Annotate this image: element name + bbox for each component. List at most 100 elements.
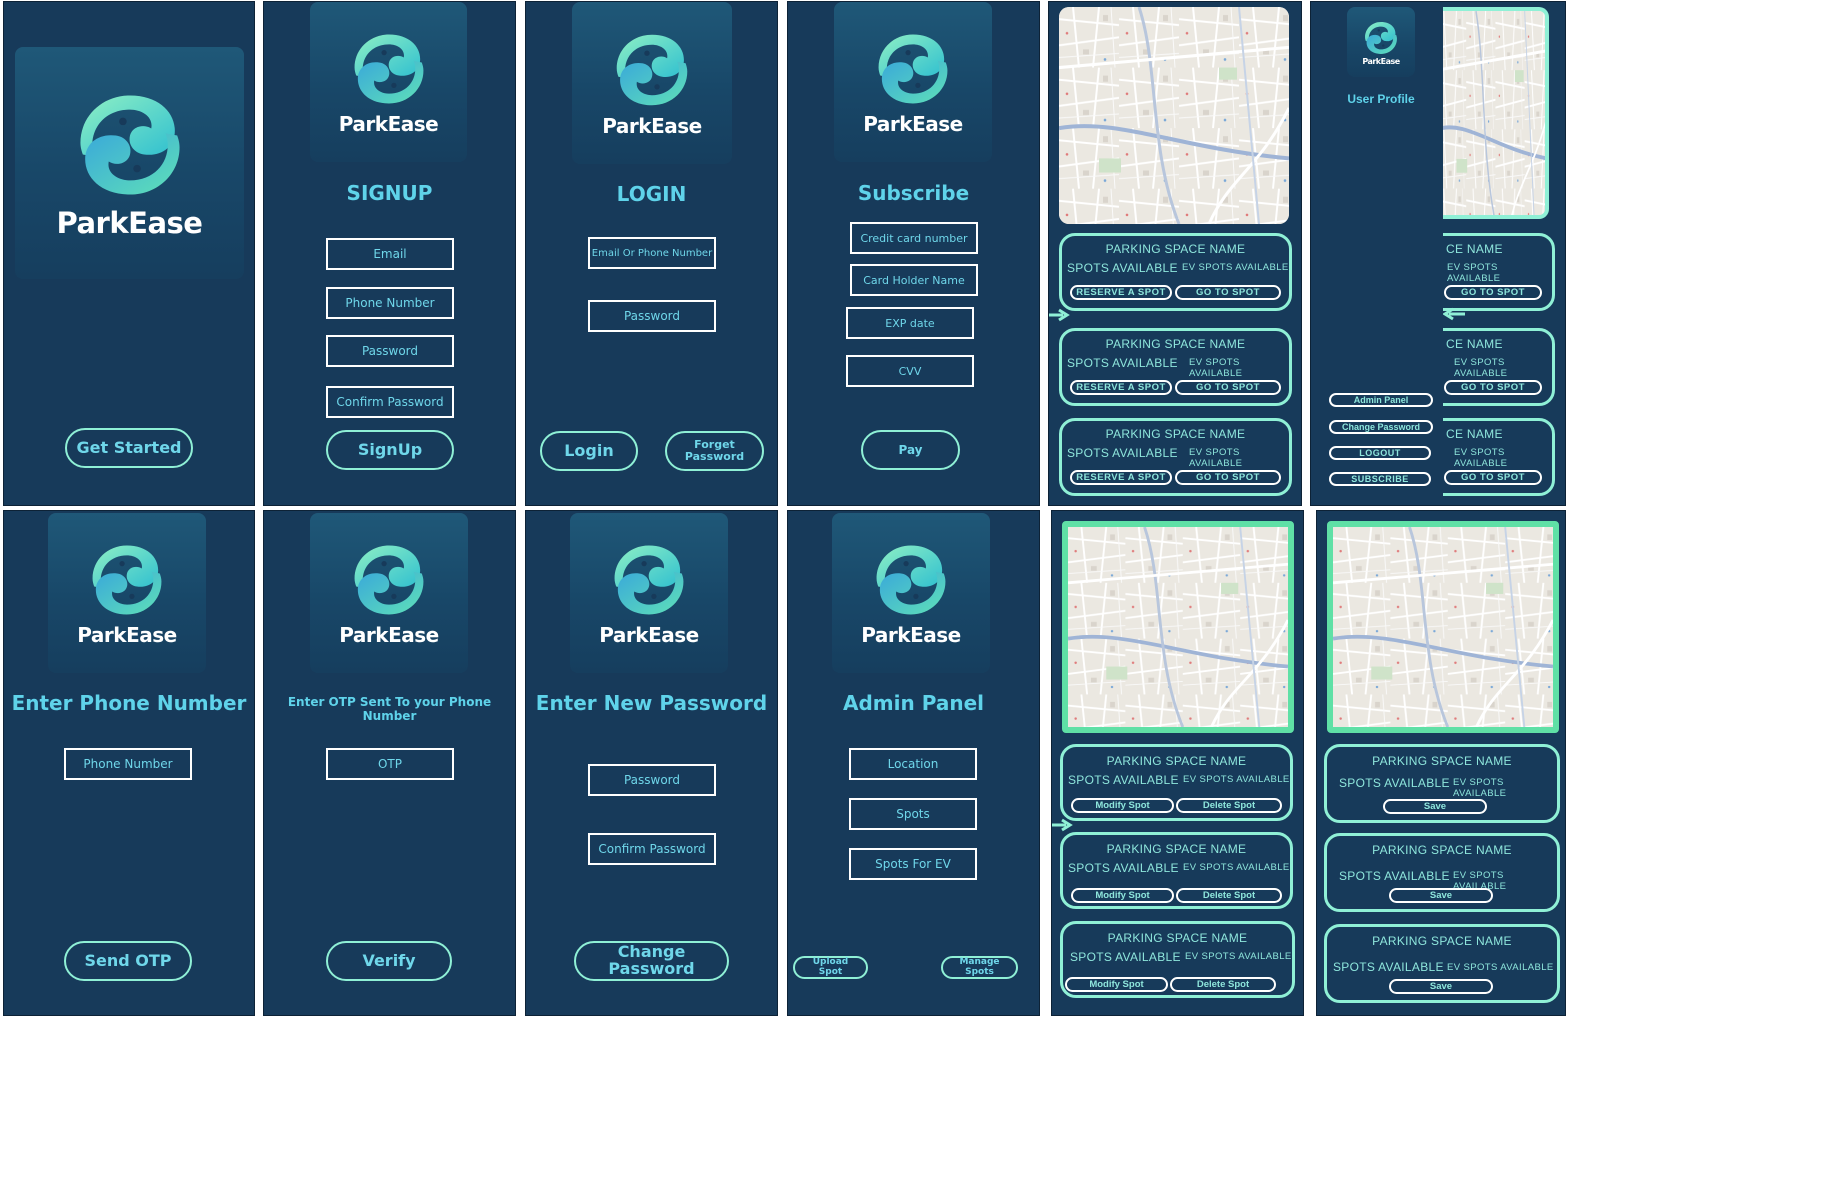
signup-button[interactable]: SignUp (326, 430, 454, 470)
brand-name: ParkEase (339, 623, 439, 647)
manage-spots-screen: PARKING SPACE NAME SPOTS AVAILABLE EV SP… (1051, 510, 1304, 1016)
admin-panel-button[interactable]: Admin Panel (1329, 393, 1433, 407)
delete-spot-button[interactable]: Delete Spot (1176, 798, 1282, 813)
map-view[interactable] (1327, 521, 1559, 733)
page-title: Enter New Password (535, 691, 768, 715)
ev-spots-available: EV SPOTS AVAILABLE (1189, 447, 1243, 469)
forget-password-button[interactable]: Forget Password (665, 431, 764, 471)
spots-field[interactable]: Spots (849, 798, 977, 830)
go-to-spot-button[interactable]: GO TO SPOT (1175, 470, 1281, 485)
user-profile-screen: ParkEase User Profile Admin Panel Change… (1310, 1, 1566, 506)
brand-name: ParkEase (863, 112, 963, 136)
parking-name: PARKING SPACE NAME (1105, 427, 1246, 441)
modify-spot-button[interactable]: Modify Spot (1071, 798, 1174, 813)
parkease-logo-icon (610, 28, 694, 112)
phone-field[interactable]: Phone Number (64, 748, 192, 780)
parking-card: PARKING SPACE NAME SPOTS AVAILABLE EV SP… (1324, 833, 1560, 912)
send-otp-button[interactable]: Send OTP (64, 941, 192, 981)
otp-field[interactable]: OTP (326, 748, 454, 780)
phone-screen: ParkEase Enter Phone Number Phone Number… (3, 510, 255, 1016)
map-view[interactable] (1059, 7, 1289, 224)
pay-button[interactable]: Pay (861, 430, 960, 470)
parking-card: PARKING SPACE NAME SPOTS AVAILABLE EV SP… (1059, 233, 1292, 311)
reserve-spot-button[interactable]: RESERVE A SPOT (1070, 380, 1172, 395)
parking-card: PARKING SPACE NAME SPOTS AVAILABLE EV SP… (1059, 418, 1292, 496)
map-view[interactable] (1062, 521, 1294, 733)
confirm-password-field[interactable]: Confirm Password (588, 833, 716, 865)
parking-name: PARKING SPACE NAME (1372, 934, 1512, 948)
delete-spot-button[interactable]: Delete Spot (1176, 888, 1282, 903)
location-field[interactable]: Location (849, 748, 977, 780)
ev-spots-available: EV SPOTS AVAILABLE (1447, 262, 1501, 284)
new-password-screen: ParkEase Enter New Password Password Con… (525, 510, 778, 1016)
parking-card: PARKING SPACE NAME SPOTS AVAILABLE EV SP… (1324, 924, 1560, 1003)
parkease-logo-icon (71, 86, 189, 204)
modify-spot-button[interactable]: Modify Spot (1071, 888, 1174, 903)
parking-name: PARKING SPACE NAME (1105, 337, 1246, 351)
parking-card: PARKING SPACE NAME SPOTS AVAILABLE EV SP… (1060, 921, 1295, 998)
go-to-spot-button[interactable]: GO TO SPOT (1175, 285, 1281, 300)
logo-box: ParkEase (1347, 7, 1415, 77)
map-image (1333, 527, 1553, 727)
email-or-phone-field[interactable]: Email Or Phone Number (588, 237, 716, 269)
cvv-field[interactable]: CVV (846, 355, 974, 387)
verify-button[interactable]: Verify (326, 941, 452, 981)
subscribe-button[interactable]: SUBSCRIBE (1329, 472, 1431, 486)
save-button[interactable]: Save (1389, 888, 1493, 903)
upload-spot-button[interactable]: Upload Spot (793, 956, 868, 979)
ev-spots-available: EV SPOTS AVAILABLE (1183, 862, 1290, 873)
password-field[interactable]: Password (326, 335, 454, 367)
ev-spots-available: EV SPOTS AVAILABLE (1454, 447, 1508, 469)
map-image (1059, 7, 1289, 224)
go-to-spot-button[interactable]: GO TO SPOT (1175, 380, 1281, 395)
map-view (1443, 7, 1549, 219)
go-to-spot-button[interactable]: GO TO SPOT (1444, 285, 1542, 300)
manage-spots-button[interactable]: Manage Spots (941, 956, 1018, 979)
get-started-button[interactable]: Get Started (65, 428, 193, 468)
logo-box: ParkEase (310, 513, 468, 673)
save-button[interactable]: Save (1383, 799, 1487, 814)
spots-available: SPOTS AVAILABLE (1068, 773, 1179, 787)
otp-screen: ParkEase Enter OTP Sent To your Phone Nu… (263, 510, 516, 1016)
ev-spots-available: EV SPOTS AVAILABLE (1189, 357, 1243, 379)
reserve-spot-button[interactable]: RESERVE A SPOT (1070, 285, 1172, 300)
parkease-logo-icon (86, 539, 168, 621)
email-field[interactable]: Email (326, 238, 454, 270)
parking-name: CE NAME (1446, 427, 1503, 441)
confirm-password-field[interactable]: Confirm Password (326, 386, 454, 418)
brand-name: ParkEase (1362, 56, 1400, 66)
change-password-button[interactable]: Change Password (1329, 420, 1433, 434)
page-title: Enter OTP Sent To your Phone Number (287, 695, 492, 723)
parkease-logo-icon (872, 28, 954, 110)
parking-name: PARKING SPACE NAME (1106, 842, 1247, 856)
card-number-field[interactable]: Credit card number (850, 222, 978, 254)
arrow-left-icon (1443, 307, 1465, 321)
save-button[interactable]: Save (1389, 979, 1493, 994)
ev-spots-available: EV SPOTS AVAILABLE (1453, 777, 1507, 799)
spots-available: SPOTS AVAILABLE (1333, 960, 1444, 974)
modify-spots-screen: PARKING SPACE NAME SPOTS AVAILABLE EV SP… (1316, 510, 1566, 1016)
parking-card: CE NAME EV SPOTS AVAILABLE GO TO SPOT (1443, 233, 1555, 311)
ev-spots-available: EV SPOTS AVAILABLE (1454, 357, 1508, 379)
exp-date-field[interactable]: EXP date (846, 307, 974, 339)
page-title: LOGIN (616, 182, 687, 206)
parking-card: PARKING SPACE NAME SPOTS AVAILABLE EV SP… (1059, 328, 1292, 406)
parking-card: CE NAME EV SPOTS AVAILABLE GO TO SPOT (1443, 328, 1555, 406)
reserve-spot-button[interactable]: RESERVE A SPOT (1070, 470, 1172, 485)
logo-box: ParkEase (570, 513, 728, 673)
ev-spots-field[interactable]: Spots For EV (849, 848, 977, 880)
ev-spots-available: EV SPOTS AVAILABLE (1183, 774, 1290, 785)
login-button[interactable]: Login (540, 431, 638, 471)
phone-field[interactable]: Phone Number (326, 287, 454, 319)
password-field[interactable]: Password (588, 300, 716, 332)
logout-button[interactable]: LOGOUT (1329, 446, 1431, 460)
change-password-button[interactable]: Change Password (574, 941, 729, 981)
modify-spot-button[interactable]: Modify Spot (1065, 977, 1168, 992)
password-field[interactable]: Password (588, 764, 716, 796)
go-to-spot-button[interactable]: GO TO SPOT (1444, 470, 1542, 485)
map-image (1068, 527, 1288, 727)
go-to-spot-button[interactable]: GO TO SPOT (1444, 380, 1542, 395)
page-title: Enter Phone Number (11, 691, 247, 715)
delete-spot-button[interactable]: Delete Spot (1170, 977, 1276, 992)
card-holder-field[interactable]: Card Holder Name (850, 264, 978, 296)
